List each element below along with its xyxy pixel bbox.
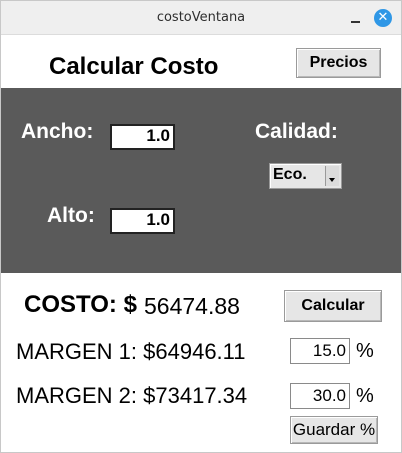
- precios-button[interactable]: Precios: [296, 48, 381, 78]
- margen2-pct-symbol: %: [356, 385, 374, 407]
- app-window: costoVentana ✕ Calcular Costo Precios An…: [0, 0, 402, 453]
- alto-input[interactable]: 1.0: [110, 208, 175, 234]
- margen1-value: 64946.11: [155, 339, 246, 364]
- title-bar: costoVentana ✕: [1, 1, 401, 35]
- page-title: Calcular Costo: [49, 53, 219, 80]
- close-icon[interactable]: ✕: [374, 9, 392, 27]
- margen2-label: MARGEN 2: $: [16, 383, 156, 408]
- minimize-icon[interactable]: [351, 21, 360, 23]
- window-title: costoVentana: [156, 10, 246, 25]
- alto-label: Alto:: [47, 204, 95, 227]
- margen1-pct-input[interactable]: 15.0: [290, 338, 350, 364]
- costo-label: COSTO: $: [24, 291, 137, 318]
- calidad-selected-value: Eco.: [273, 166, 307, 183]
- chevron-down-icon[interactable]: [325, 166, 339, 186]
- calidad-label: Calidad:: [255, 120, 338, 143]
- margen1-row: MARGEN 1: $64946.11: [16, 339, 246, 365]
- margen2-value: 73417.34: [155, 383, 248, 408]
- calidad-select[interactable]: Eco.: [269, 163, 342, 189]
- margen1-label: MARGEN 1: $: [16, 339, 156, 364]
- costo-value: 56474.88: [144, 293, 240, 319]
- ancho-label: Ancho:: [21, 120, 94, 143]
- margen1-pct-symbol: %: [356, 340, 374, 362]
- calcular-button[interactable]: Calcular: [284, 290, 382, 322]
- ancho-input[interactable]: 1.0: [110, 124, 175, 150]
- margen2-pct-input[interactable]: 30.0: [290, 383, 350, 409]
- margen2-row: MARGEN 2: $73417.34: [16, 383, 247, 409]
- guardar-button[interactable]: Guardar %: [290, 416, 378, 444]
